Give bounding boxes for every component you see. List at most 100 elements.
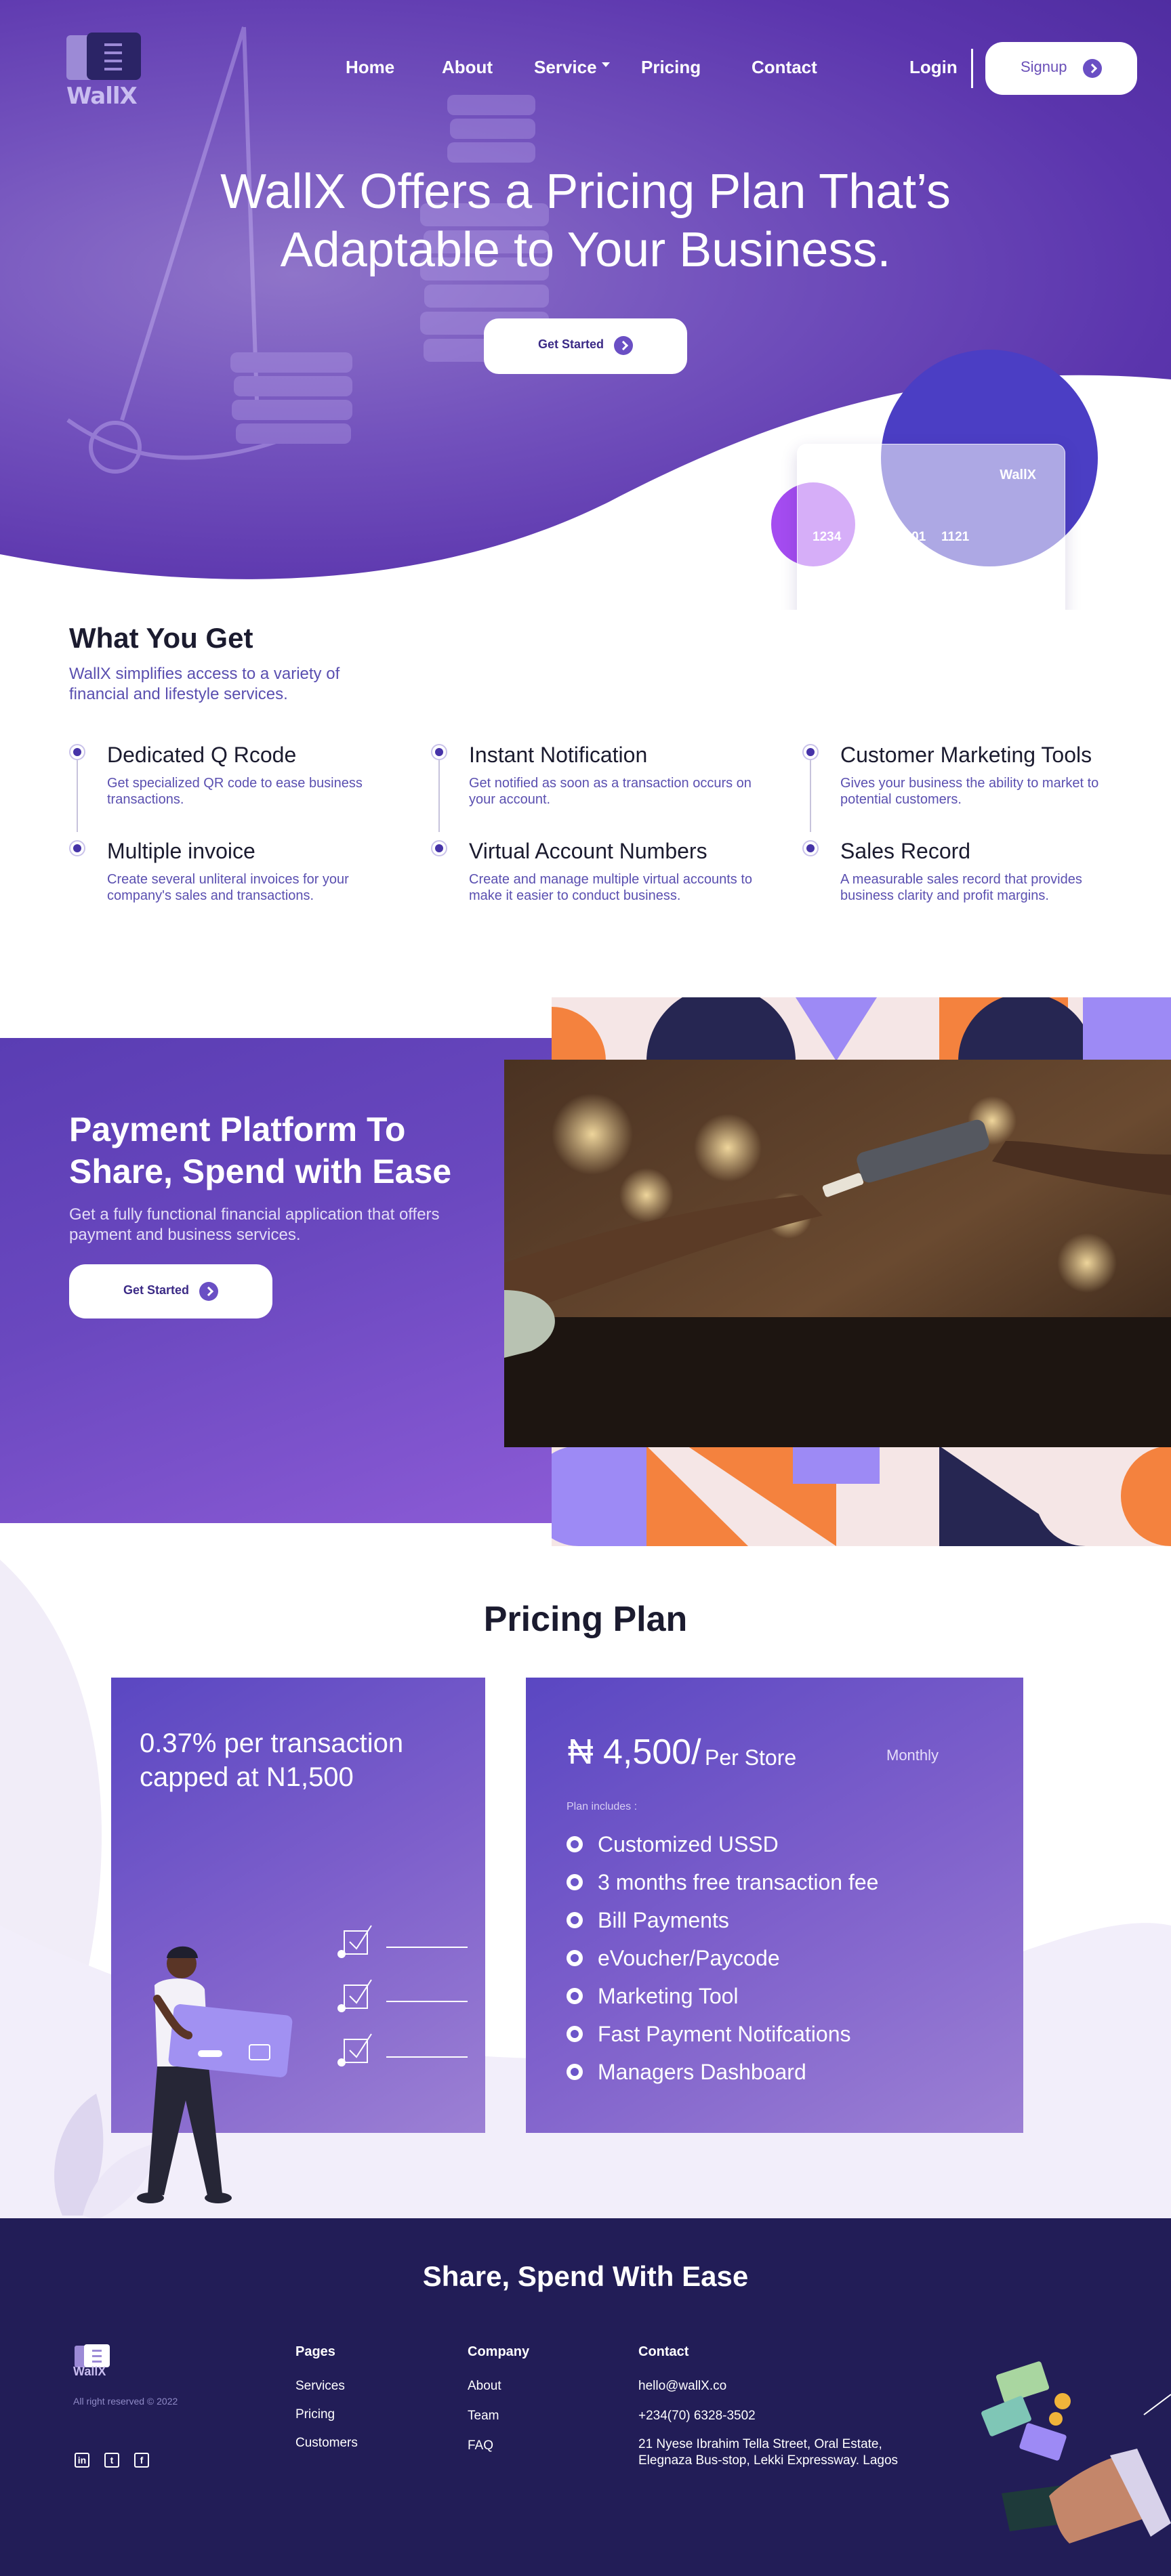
plan-feature-item: Fast Payment Notifcations [567,2020,973,2058]
footer-link-faq[interactable]: FAQ [468,2438,493,2454]
plan-feature-list: Customized USSD 3 months free transactio… [567,1831,973,2096]
footer-logo-wordmark: WallX [73,2365,106,2378]
feature-description: Gives your business the ability to marke… [840,776,1099,807]
plan-unit: Per Store [705,1745,797,1770]
footer-link-team[interactable]: Team [468,2408,499,2424]
bullet-dot-icon [431,840,447,856]
feature-description: A measurable sales record that provides … [840,872,1082,903]
card-brand: WallX [1000,468,1036,482]
footer-link-pricing[interactable]: Pricing [295,2407,335,2423]
feature-description: Get notified as soon as a transaction oc… [469,776,752,807]
section-title: What You Get [69,622,253,654]
facebook-icon[interactable]: f [134,2453,149,2468]
bullet-dot-icon [431,744,447,760]
login-link[interactable]: Login [909,57,958,78]
pricing-title: Pricing Plan [483,1600,688,1639]
arrow-right-icon [199,1282,218,1301]
signup-label: Signup [1021,58,1067,75]
section-subtitle: WallX simplifies access to a variety of … [69,665,340,703]
plan-period: Monthly [886,1747,939,1764]
radio-bullet-icon [567,1912,583,1928]
feature-title: Multiple invoice [107,839,255,863]
plan-feature-label: eVoucher/Paycode [598,1946,780,1970]
plan-feature-item: Managers Dashboard [567,2058,973,2096]
linkedin-icon[interactable]: in [75,2453,89,2468]
feature-title: Customer Marketing Tools [840,743,1092,767]
feature-title: Dedicated Q Rcode [107,743,297,767]
nav-contact-link[interactable]: Contact [752,57,817,78]
footer-phone-link[interactable]: +234(70) 6328-3502 [638,2408,756,2424]
geometric-pattern-top [552,997,1171,1061]
nav-divider [971,49,973,88]
money-hand-illustration [981,2361,1171,2543]
payment-title: Payment Platform To Share, Spend with Ea… [69,1110,452,1190]
plan-feature-item: Bill Payments [567,1907,973,1945]
radio-bullet-icon [567,1836,583,1852]
footer-link-about[interactable]: About [468,2378,501,2394]
radio-bullet-icon [567,1874,583,1890]
footer-link-services[interactable]: Services [295,2378,345,2394]
footer-address-line1: 21 Nyese Ibrahim Tella Street, Oral Esta… [638,2437,882,2451]
payment-subtitle: Get a fully functional financial applica… [69,1205,440,1244]
feature-title: Instant Notification [469,743,648,767]
radio-bullet-icon [567,1988,583,2004]
footer-email-link[interactable]: hello@wallX.co [638,2378,726,2394]
radio-bullet-icon [567,2026,583,2042]
nav-home-link[interactable]: Home [346,57,394,78]
hero-section: WallX Home About Service Pricing Contact… [0,0,1171,610]
chevron-down-icon[interactable] [602,62,610,67]
hero-title: WallX Offers a Pricing Plan That’s Adapt… [0,163,1171,279]
card-number-group: 1121 [941,530,970,544]
timeline-line [438,753,440,832]
hero-cta-label: Get Started [538,337,604,351]
payment-get-started-button[interactable]: Get Started [69,1264,272,1318]
geometric-pattern-bottom [552,1446,1171,1546]
nav-about-link[interactable]: About [442,57,493,78]
pricing-card-store: ₦ 4,500/ Per Store Monthly Plan includes… [526,1678,1023,2133]
bullet-dot-icon [802,840,819,856]
plan-feature-item: Marketing Tool [567,1982,973,2020]
person-holding-card-illustration [54,1946,293,2220]
arrow-right-icon [1083,59,1102,78]
plan-feature-label: 3 months free transaction fee [598,1870,879,1894]
timeline-line [810,753,811,832]
plan-feature-item: eVoucher/Paycode [567,1945,973,1982]
wallx-card-illustration: WallX 1234 1101 1121 [797,444,1065,610]
feature-title: Sales Record [840,839,971,863]
hero-title-line1: WallX Offers a Pricing Plan That’s [220,165,951,219]
hero-title-line2: Adaptable to Your Business. [280,223,891,277]
card-number-group: 1234 [813,530,842,544]
plan-feature-label: Marketing Tool [598,1984,739,2008]
bullet-dot-icon [802,744,819,760]
hero-get-started-button[interactable]: Get Started [484,318,687,374]
plan-headline: 0.37% per transaction capped at N1,500 [140,1728,404,1792]
twitter-icon[interactable]: t [104,2453,119,2468]
footer-company-heading: Company [468,2344,530,2359]
copyright-text: All right reserved © 2022 [73,2396,178,2407]
timeline-line [77,753,78,832]
bullet-dot-icon [69,840,85,856]
footer-contact-heading: Contact [638,2344,689,2359]
bullet-dot-icon [69,744,85,760]
site-footer: Share, Spend With Ease WallX All right r… [0,2218,1171,2576]
footer-title: Share, Spend With Ease [422,2260,749,2292]
plan-feature-label: Bill Payments [598,1908,729,1932]
card-number-group: 1101 [898,530,926,544]
card-payment-photo [504,1060,1171,1447]
feature-description: Create several unliteral invoices for yo… [107,872,349,903]
payment-cta-label: Get Started [123,1283,190,1297]
footer-link-customers[interactable]: Customers [295,2435,358,2451]
radio-bullet-icon [567,1950,583,1966]
plan-includes-label: Plan includes : [567,1801,638,1812]
footer-address-line2: Elegnaza Bus-stop, Lekki Expressway. Lag… [638,2453,899,2468]
nav-pricing-link[interactable]: Pricing [641,57,701,78]
signup-button[interactable]: Signup [985,42,1137,95]
arrow-right-icon [614,336,633,355]
plan-feature-item: Customized USSD [567,1831,973,1869]
footer-pages-heading: Pages [295,2344,335,2359]
logo-wordmark: WallX [66,83,138,110]
nav-service-link[interactable]: Service [534,57,597,78]
plan-feature-label: Fast Payment Notifcations [598,2022,851,2046]
plan-feature-label: Customized USSD [598,1832,779,1856]
feature-description: Get specialized QR code to ease business… [107,776,363,807]
